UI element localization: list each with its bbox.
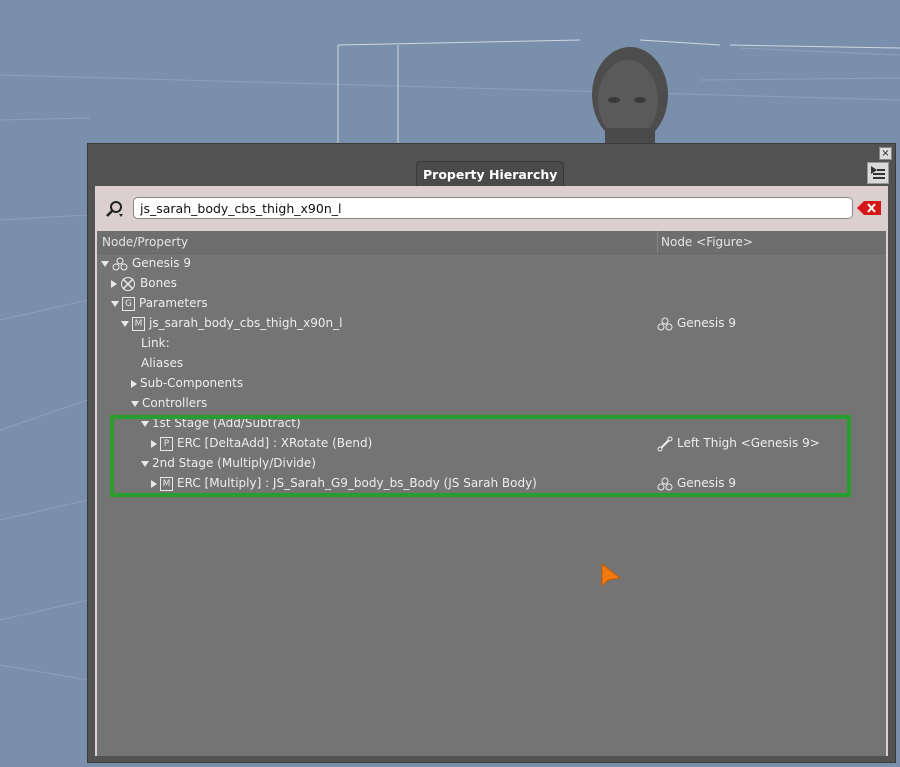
tree-row-aliases[interactable]: Aliases <box>97 353 886 373</box>
tree-row-controllers[interactable]: Controllers <box>97 393 886 413</box>
panel-content: Node/Property Node <Figure> Genesis 9 Bo… <box>95 186 888 756</box>
close-panel-button[interactable]: × <box>879 147 892 160</box>
expand-arrow-icon[interactable] <box>101 260 109 267</box>
tree-row-bones[interactable]: Bones <box>97 273 886 293</box>
mouse-cursor-icon <box>601 562 622 588</box>
search-icon[interactable] <box>105 199 125 219</box>
expand-arrow-icon[interactable] <box>121 320 129 327</box>
expand-arrow-icon[interactable] <box>111 300 119 307</box>
highlight-box <box>110 415 851 497</box>
parameter-group-icon: G <box>122 296 135 311</box>
panel-menu-icon[interactable] <box>867 162 889 184</box>
tree-row-link[interactable]: Link: <box>97 333 886 353</box>
clear-icon[interactable] <box>857 201 881 215</box>
tree-label: Sub-Components <box>140 376 244 390</box>
column-node-figure[interactable]: Node <Figure> <box>661 235 753 249</box>
property-tree[interactable]: Node/Property Node <Figure> Genesis 9 Bo… <box>97 231 886 756</box>
property-hierarchy-panel: × Property Hierarchy Node/Property <box>87 143 896 763</box>
tree-label: Genesis 9 <box>132 256 191 270</box>
figure-head[interactable] <box>592 47 668 143</box>
expand-arrow-icon[interactable] <box>131 379 137 388</box>
tree-row-morph[interactable]: Mjs_sarah_body_cbs_thigh_x90n_l Genesis … <box>97 313 886 333</box>
column-node-property[interactable]: Node/Property <box>102 235 188 249</box>
morph-icon: M <box>132 316 145 331</box>
tree-label: Bones <box>140 276 177 290</box>
figure-icon <box>112 257 128 270</box>
bones-icon <box>121 276 135 291</box>
tree-row-subcomponents[interactable]: Sub-Components <box>97 373 886 393</box>
expand-arrow-icon[interactable] <box>111 279 117 288</box>
node-label: Genesis 9 <box>677 316 736 330</box>
expand-arrow-icon[interactable] <box>131 400 139 407</box>
tree-row-parameters[interactable]: G Parameters <box>97 293 886 313</box>
search-bar <box>103 196 881 222</box>
tree-label: js_sarah_body_cbs_thigh_x90n_l <box>149 316 343 330</box>
column-header: Node/Property Node <Figure> <box>97 231 886 254</box>
tree-label: Controllers <box>142 396 208 410</box>
tree-label: Parameters <box>139 296 208 310</box>
tab-property-hierarchy[interactable]: Property Hierarchy <box>416 161 565 187</box>
figure-icon <box>657 317 673 330</box>
search-input[interactable] <box>133 197 853 219</box>
tree-label: Link: <box>141 336 170 350</box>
tree-label: Aliases <box>141 356 184 370</box>
tree-row-genesis9[interactable]: Genesis 9 <box>97 253 886 273</box>
